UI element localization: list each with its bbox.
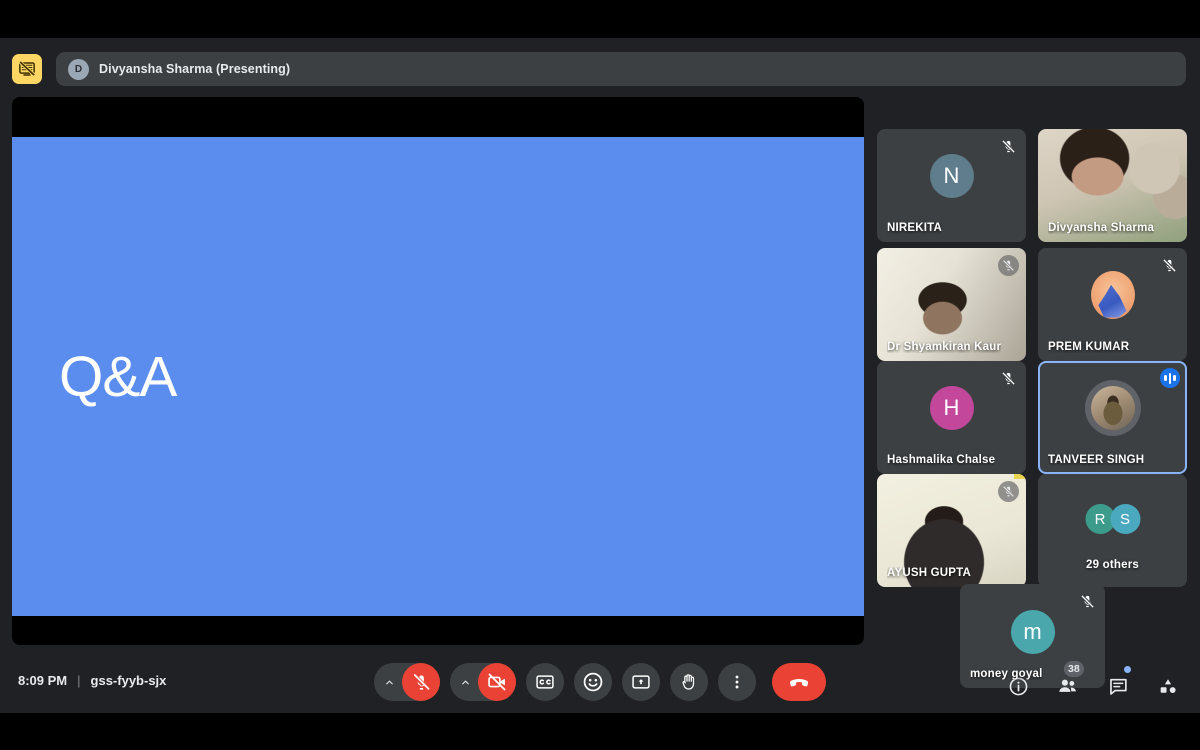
meeting-code: gss-fyyb-sjx <box>90 673 167 688</box>
present-screen-icon <box>632 675 650 689</box>
meeting-meta: 8:09 PM | gss-fyyb-sjx <box>18 673 166 688</box>
tile-tanveer-singh[interactable]: TANVEER SINGH <box>1038 361 1187 474</box>
raise-hand-icon <box>682 674 695 690</box>
mic-off-icon <box>998 255 1019 276</box>
activities-icon <box>1160 679 1176 693</box>
screen: D Divyansha Sharma (Presenting) Q&A N NI… <box>0 0 1200 750</box>
mic-off-icon <box>1079 593 1096 610</box>
stop-presenting-icon <box>18 60 36 77</box>
others-avatar-2: S <box>1110 504 1140 535</box>
avatar: N <box>929 154 974 199</box>
meta-separator: | <box>77 673 81 688</box>
chevron-up-icon[interactable] <box>454 677 476 688</box>
tile-prem-kumar[interactable]: PREM KUMAR <box>1038 248 1187 361</box>
slide-title: Q&A <box>59 344 177 409</box>
camera-off-icon <box>488 673 506 691</box>
people-icon <box>1059 679 1076 692</box>
tile-name: AYUSH GUPTA <box>887 567 971 579</box>
speaking-indicator-icon <box>1160 368 1180 388</box>
illustration-avatar <box>1090 271 1135 320</box>
tile-name: Hashmalika Chalse <box>887 454 996 466</box>
chat-bubble-icon <box>1109 678 1127 695</box>
closed-captions-icon <box>536 675 554 689</box>
others-avatar-stack: R S <box>1085 504 1140 535</box>
bottom-bar: 8:09 PM | gss-fyyb-sjx 38 <box>0 651 1200 713</box>
mic-off-icon <box>413 673 429 690</box>
presented-slide: Q&A <box>12 137 864 616</box>
letterbox-top <box>0 0 1200 38</box>
tile-divyansha-sharma[interactable]: Divyansha Sharma <box>1038 129 1187 242</box>
tile-dr-shyamkiran-kaur[interactable]: Dr Shyamkiran Kaur <box>877 248 1026 361</box>
camera-button[interactable] <box>478 663 516 701</box>
raise-hand-button[interactable] <box>670 663 708 701</box>
letterbox-bottom <box>0 713 1200 750</box>
tile-corner-marker <box>1014 474 1026 479</box>
microphone-button[interactable] <box>402 663 440 701</box>
presenter-avatar: D <box>68 58 89 80</box>
tile-nirekita[interactable]: N NIREKITA <box>877 129 1026 242</box>
presenter-label: Divyansha Sharma (Presenting) <box>99 62 291 76</box>
self-view-name: money goyal <box>970 668 1043 680</box>
participants-button[interactable]: 38 <box>1054 661 1084 697</box>
presentation-stage[interactable]: Q&A <box>12 97 864 645</box>
end-call-button[interactable] <box>772 663 826 701</box>
presenter-bar: D Divyansha Sharma (Presenting) <box>12 50 1186 88</box>
emoji-smiley-icon <box>583 672 603 692</box>
mic-off-icon <box>1161 257 1178 274</box>
presenter-chip[interactable]: D Divyansha Sharma (Presenting) <box>56 52 1186 86</box>
more-options-button[interactable] <box>718 663 756 701</box>
tile-name: Divyansha Sharma <box>1048 222 1155 234</box>
chat-unread-dot <box>1124 666 1131 673</box>
tile-name: 29 others <box>1086 559 1139 571</box>
meet-app: D Divyansha Sharma (Presenting) Q&A N NI… <box>0 38 1200 713</box>
mic-off-icon <box>998 481 1019 502</box>
tile-hashmalika-chalse[interactable]: H Hashmalika Chalse <box>877 361 1026 474</box>
avatar: m <box>1010 609 1055 654</box>
tile-name: Dr Shyamkiran Kaur <box>887 341 1002 353</box>
avatar: H <box>929 386 974 431</box>
clock: 8:09 PM <box>18 673 68 688</box>
tile-name: TANVEER SINGH <box>1048 454 1145 466</box>
more-vertical-icon <box>735 675 739 689</box>
captions-button[interactable] <box>526 663 564 701</box>
tile-name: NIREKITA <box>887 222 943 234</box>
chevron-up-icon[interactable] <box>378 677 400 688</box>
activities-button[interactable] <box>1154 665 1182 697</box>
mic-off-icon <box>1000 370 1017 387</box>
microphone-control[interactable] <box>374 663 440 701</box>
mic-off-icon <box>1000 138 1017 155</box>
camera-control[interactable] <box>450 663 516 701</box>
avatar <box>1084 380 1141 437</box>
tile-name: PREM KUMAR <box>1048 341 1130 353</box>
end-call-icon <box>790 678 809 687</box>
tile-ayush-gupta[interactable]: AYUSH GUPTA <box>877 474 1026 587</box>
stop-presenting-button[interactable] <box>12 54 42 84</box>
reactions-button[interactable] <box>574 663 612 701</box>
participants-count-badge: 38 <box>1064 661 1084 677</box>
tile-others[interactable]: R S 29 others <box>1038 474 1187 587</box>
present-button[interactable] <box>622 663 660 701</box>
chat-button[interactable] <box>1104 665 1132 697</box>
call-controls <box>374 663 826 701</box>
avatar <box>1090 271 1135 320</box>
participant-tile-grid: N NIREKITA Divyansha Sharma Dr Shyamkira… <box>877 97 1187 587</box>
